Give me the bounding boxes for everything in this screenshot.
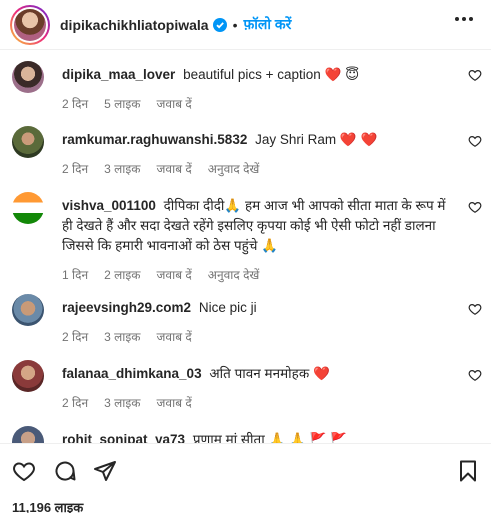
reply-button[interactable]: जवाब दें <box>157 327 192 347</box>
translate-button[interactable]: अनुवाद देखें <box>208 265 260 285</box>
comment-time[interactable]: 2 दिन <box>62 159 88 179</box>
comment-item: ramkumar.raghuwanshi.5832 Jay Shri Ram ❤… <box>12 126 482 182</box>
comment-emoji: ❤️ <box>312 366 330 381</box>
comment-item: vishva_001100 दीपिका दीदी🙏 हम आज भी आपको… <box>12 192 482 288</box>
commenter-avatar[interactable] <box>12 360 44 392</box>
save-bookmark-icon[interactable] <box>456 459 480 483</box>
comment-time[interactable]: 2 दिन <box>62 94 88 114</box>
comment-like-count[interactable]: 2 लाइक <box>104 265 140 285</box>
comment-text: प्रणाम मां सीता <box>192 432 265 443</box>
comment-time[interactable]: 2 दिन <box>62 393 88 413</box>
separator-dot: • <box>232 16 238 33</box>
commenter-avatar[interactable] <box>12 426 44 443</box>
verified-badge-icon <box>212 17 227 32</box>
comment-time[interactable]: 2 दिन <box>62 327 88 347</box>
comment-like-count[interactable]: 3 लाइक <box>104 393 140 413</box>
comment-username[interactable]: rohit_sonipat_ya73 <box>62 432 185 443</box>
reply-button[interactable]: जवाब दें <box>157 159 192 179</box>
commenter-avatar[interactable] <box>12 294 44 326</box>
comment-item: rajeevsingh29.com2 Nice pic ji 2 दिन 3 ल… <box>12 294 482 350</box>
comment-like-count[interactable]: 5 लाइक <box>104 94 140 114</box>
profile-avatar[interactable] <box>10 4 50 45</box>
comment-username[interactable]: dipika_maa_lover <box>62 67 175 82</box>
comment-item: rohit_sonipat_ya73 प्रणाम मां सीता 🙏 🙏 🚩… <box>12 426 482 443</box>
follow-button[interactable]: फ़ॉलो करें <box>244 15 292 34</box>
comment-item: dipika_maa_lover beautiful pics + captio… <box>12 61 482 117</box>
post-author-username[interactable]: dipikachikhliatopiwala <box>60 17 209 33</box>
comment-bubble-icon[interactable] <box>53 459 77 483</box>
comment-like-heart-icon[interactable] <box>468 302 482 316</box>
translate-button[interactable]: अनुवाद देखें <box>208 159 260 179</box>
more-options-icon[interactable] <box>455 17 473 21</box>
comment-emoji: ❤️ 😇 <box>324 67 360 82</box>
reply-button[interactable]: जवाब दें <box>157 393 192 413</box>
comment-username[interactable]: rajeevsingh29.com2 <box>62 300 191 315</box>
commenter-avatar[interactable] <box>12 126 44 158</box>
comment-text: beautiful pics + caption <box>183 67 321 82</box>
comment-emoji: ❤️ ❤️ <box>339 132 378 147</box>
comment-username[interactable]: falanaa_dhimkana_03 <box>62 366 202 381</box>
comment-like-heart-icon[interactable] <box>468 368 482 382</box>
share-paper-plane-icon[interactable] <box>93 459 117 483</box>
post-likes-count[interactable]: 11,196 लाइक <box>12 498 83 513</box>
reply-button[interactable]: जवाब दें <box>157 265 192 285</box>
commenter-avatar[interactable] <box>12 61 44 93</box>
post-actions-bar: 11,196 लाइक <box>0 443 491 513</box>
comment-text: Jay Shri Ram <box>255 132 337 147</box>
comment-like-heart-icon[interactable] <box>468 134 482 148</box>
comment-like-heart-icon[interactable] <box>468 68 482 82</box>
commenter-avatar[interactable] <box>12 192 44 224</box>
comment-item: falanaa_dhimkana_03 अति पावन मनमोहक ❤️ 2… <box>12 360 482 416</box>
reply-button[interactable]: जवाब दें <box>157 94 192 114</box>
comment-like-count[interactable]: 3 लाइक <box>104 327 140 347</box>
comment-emoji: 🙏 🙏 🚩 🚩 <box>268 432 347 443</box>
comment-like-heart-icon[interactable] <box>468 200 482 214</box>
comment-like-count[interactable]: 3 लाइक <box>104 159 140 179</box>
comment-text: Nice pic ji <box>198 300 257 315</box>
comment-username[interactable]: vishva_001100 <box>62 198 156 213</box>
comment-time[interactable]: 1 दिन <box>62 265 88 285</box>
comment-username[interactable]: ramkumar.raghuwanshi.5832 <box>62 132 247 147</box>
like-heart-icon[interactable] <box>12 459 36 483</box>
comments-list[interactable]: dipika_maa_lover beautiful pics + captio… <box>0 50 491 443</box>
post-header: dipikachikhliatopiwala • फ़ॉलो करें <box>0 0 491 50</box>
comment-text: अति पावन मनमोहक <box>209 366 310 381</box>
